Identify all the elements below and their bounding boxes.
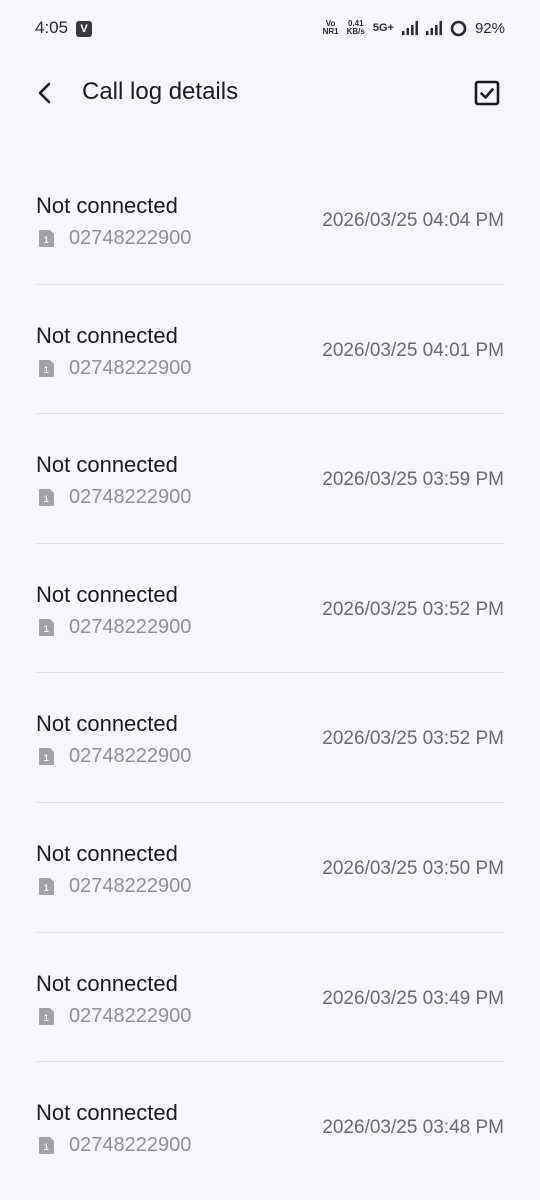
page-title: Call log details bbox=[82, 78, 239, 105]
call-number: 02748222900 bbox=[69, 1004, 192, 1027]
call-status: Not connected bbox=[36, 322, 178, 348]
network-type: 5G+ bbox=[372, 22, 394, 34]
signal-icon bbox=[425, 21, 442, 35]
sim-card-icon: 1 bbox=[39, 618, 54, 636]
sim-card-icon: 1 bbox=[39, 748, 54, 766]
call-timestamp: 2026/03/25 03:48 PM bbox=[322, 1117, 504, 1139]
call-status: Not connected bbox=[36, 193, 178, 218]
sim-card-icon: 1 bbox=[39, 1007, 54, 1025]
call-timestamp: 2026/03/25 03:52 PM bbox=[322, 728, 504, 750]
sim-card-icon: 1 bbox=[39, 1137, 54, 1155]
sim-line: 1 02748222900 bbox=[38, 357, 191, 380]
sim-line: 1 02748222900 bbox=[38, 1134, 191, 1157]
status-bar: 4:05 V Vo NR1 0.41 KB/s 5G+ 92% bbox=[0, 0, 540, 58]
back-arrow-icon bbox=[38, 82, 51, 104]
call-timestamp: 2026/03/25 03:52 PM bbox=[322, 598, 504, 620]
call-log-item[interactable]: Not connected 1 02748222900 2026/03/25 0… bbox=[36, 1062, 504, 1192]
sim-card-icon: 1 bbox=[39, 359, 54, 377]
call-log-item[interactable]: Not connected 1 02748222900 2026/03/25 0… bbox=[36, 933, 504, 1063]
app-bar: Call log details bbox=[0, 62, 540, 124]
svg-text:1: 1 bbox=[44, 1013, 49, 1023]
call-log-item[interactable]: Not connected 1 02748222900 2026/03/25 0… bbox=[36, 803, 504, 933]
call-status: Not connected bbox=[36, 840, 178, 866]
svg-text:1: 1 bbox=[44, 753, 49, 763]
call-number: 02748222900 bbox=[69, 1134, 192, 1157]
call-status: Not connected bbox=[36, 711, 178, 737]
call-number: 02748222900 bbox=[69, 356, 192, 379]
battery-percent: 92% bbox=[474, 19, 505, 37]
sim-line: 1 02748222900 bbox=[38, 745, 191, 768]
sim-card-icon: 1 bbox=[39, 230, 54, 247]
call-number: 02748222900 bbox=[69, 745, 192, 768]
call-status: Not connected bbox=[36, 452, 178, 478]
svg-text:1: 1 bbox=[44, 1142, 49, 1152]
svg-text:1: 1 bbox=[44, 883, 49, 893]
call-timestamp: 2026/03/25 03:50 PM bbox=[322, 857, 504, 879]
call-status: Not connected bbox=[36, 1100, 178, 1126]
status-time: 4:05 bbox=[35, 18, 69, 37]
signal-icon bbox=[401, 21, 418, 35]
call-number: 02748222900 bbox=[69, 874, 192, 897]
sim-line: 1 02748222900 bbox=[38, 486, 191, 509]
carrier-badge-icon: V bbox=[76, 21, 92, 37]
call-log-item[interactable]: Not connected 1 02748222900 2026/03/25 0… bbox=[36, 155, 504, 285]
sim-line: 1 02748222900 bbox=[38, 1005, 191, 1028]
call-log-item[interactable]: Not connected 1 02748222900 2026/03/25 0… bbox=[36, 673, 504, 803]
call-timestamp: 2026/03/25 03:59 PM bbox=[322, 469, 504, 491]
network-speed: 0.41 KB/s bbox=[346, 19, 365, 36]
call-timestamp: 2026/03/25 04:04 PM bbox=[322, 210, 504, 231]
sim-line: 1 02748222900 bbox=[38, 616, 191, 639]
checkbox-icon bbox=[474, 80, 500, 106]
call-status: Not connected bbox=[36, 970, 178, 996]
svg-text:1: 1 bbox=[44, 624, 49, 634]
status-icons: Vo NR1 0.41 KB/s 5G+ 92% bbox=[323, 17, 505, 39]
battery-ring-icon bbox=[450, 20, 467, 36]
call-log-item[interactable]: Not connected 1 02748222900 2026/03/25 0… bbox=[36, 285, 504, 415]
svg-text:1: 1 bbox=[44, 235, 49, 245]
call-log-list: Not connected 1 02748222900 2026/03/25 0… bbox=[0, 155, 540, 1192]
svg-text:1: 1 bbox=[44, 494, 49, 504]
back-button[interactable] bbox=[30, 76, 62, 110]
call-number: 02748222900 bbox=[69, 615, 192, 638]
sim-line: 1 02748222900 bbox=[38, 875, 191, 898]
svg-text:1: 1 bbox=[44, 365, 49, 375]
call-log-item[interactable]: Not connected 1 02748222900 2026/03/25 0… bbox=[36, 414, 504, 544]
sim-card-icon: 1 bbox=[39, 489, 54, 507]
volte-indicator: Vo NR1 bbox=[322, 19, 339, 36]
call-timestamp: 2026/03/25 04:01 PM bbox=[322, 339, 504, 361]
call-status: Not connected bbox=[36, 581, 178, 607]
sim-card-icon: 1 bbox=[39, 877, 54, 895]
call-timestamp: 2026/03/25 03:49 PM bbox=[322, 987, 504, 1009]
select-button[interactable] bbox=[472, 78, 502, 108]
call-number: 02748222900 bbox=[69, 486, 192, 509]
call-number: 02748222900 bbox=[69, 227, 192, 249]
sim-line: 1 02748222900 bbox=[38, 227, 191, 250]
call-log-item[interactable]: Not connected 1 02748222900 2026/03/25 0… bbox=[36, 544, 504, 674]
